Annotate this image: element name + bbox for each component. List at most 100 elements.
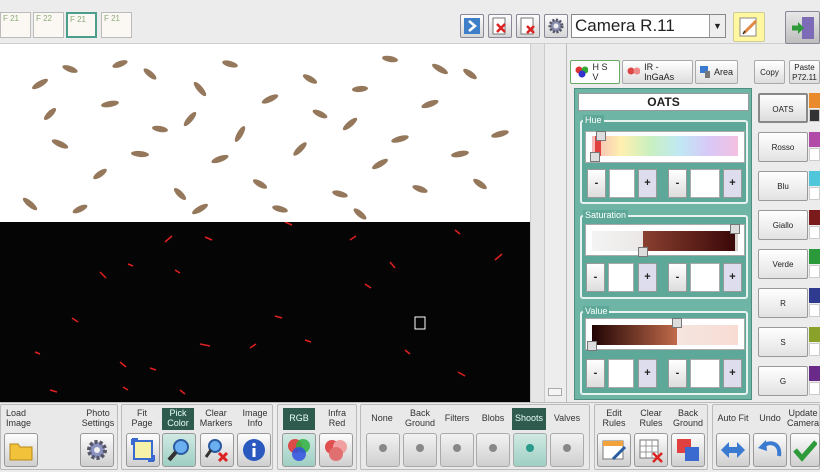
value-max-value-field[interactable] <box>690 359 720 388</box>
next-button[interactable] <box>460 14 484 38</box>
saturation-max-plus-button[interactable]: + <box>723 263 742 292</box>
load-image-button[interactable] <box>4 433 38 467</box>
hue-min-minus-button[interactable]: - <box>587 169 606 198</box>
value-min-minus-button[interactable]: - <box>586 359 605 388</box>
preset-swatch <box>809 93 820 108</box>
paste-label: Paste <box>794 63 815 72</box>
camera-select[interactable]: Camera R.11 ▼ <box>571 14 726 38</box>
preset-blu-button[interactable]: Blu <box>758 171 808 201</box>
thumbnail-1[interactable]: F 21 <box>0 12 31 38</box>
value-selected-range <box>592 325 677 345</box>
infra-red-label: Infra Red <box>327 408 346 428</box>
hue-range-box[interactable] <box>585 131 745 163</box>
clear-magnifier-icon <box>204 439 229 463</box>
hue-min-value-field[interactable] <box>609 169 635 198</box>
value-max-plus-button[interactable]: + <box>723 359 742 388</box>
thumbnail-2[interactable]: F 22 <box>33 12 64 38</box>
filters-mode-button[interactable] <box>440 433 474 467</box>
profile-name: OATS <box>647 95 680 109</box>
rgb-circles-icon <box>288 439 310 461</box>
clear-markers-button[interactable] <box>200 433 234 467</box>
radio-dot-icon <box>526 444 534 452</box>
saturation-min-handle[interactable] <box>638 247 649 257</box>
preset-swatch-secondary <box>809 265 820 278</box>
image-info-button[interactable] <box>237 433 271 467</box>
background-rules-button[interactable] <box>671 433 705 467</box>
saturation-label: Saturation <box>583 210 629 220</box>
blobs-mode-button[interactable] <box>476 433 510 467</box>
scroll-thumb[interactable] <box>548 388 562 396</box>
thumbnail-4[interactable]: F 21 <box>101 12 132 38</box>
preset-label: Rosso <box>771 143 795 152</box>
update-camera-button[interactable] <box>790 433 820 467</box>
thumbnail-label: F 21 <box>70 15 87 24</box>
pick-color-label: Pick Color <box>162 408 194 430</box>
preset-swatch <box>809 288 820 303</box>
value-min-value-field[interactable] <box>608 359 634 388</box>
saturation-max-value-field[interactable] <box>690 263 720 292</box>
edit-note-icon <box>739 17 758 37</box>
preset-s-button[interactable]: S <box>758 327 808 357</box>
shoots-mode-button[interactable] <box>513 433 547 467</box>
image-scrollbar[interactable] <box>530 44 544 402</box>
hue-max-handle[interactable] <box>595 131 606 141</box>
saturation-min-value-field[interactable] <box>608 263 634 292</box>
clear-rules-button[interactable] <box>634 433 668 467</box>
hue-max-value-field[interactable] <box>690 169 720 198</box>
source-image-view[interactable] <box>0 44 530 222</box>
infra-red-button[interactable] <box>319 433 353 467</box>
pick-color-button[interactable] <box>162 433 196 467</box>
none-mode-button[interactable] <box>366 433 400 467</box>
valves-mode-button[interactable] <box>550 433 584 467</box>
photo-settings-button[interactable] <box>80 433 114 467</box>
gear-icon <box>87 440 107 460</box>
saturation-max-handle[interactable] <box>730 224 741 234</box>
preset-r-button[interactable]: R <box>758 288 808 318</box>
hue-max-plus-button[interactable]: + <box>723 169 742 198</box>
tab-area[interactable]: Area <box>695 60 738 84</box>
value-range-box[interactable] <box>585 318 745 351</box>
clear-rules-label: Clear Rules <box>639 408 663 428</box>
thumbnail-3[interactable]: F 21 <box>66 12 97 38</box>
background-mode-button[interactable] <box>403 433 437 467</box>
value-max-handle[interactable] <box>671 318 682 328</box>
preset-rosso-button[interactable]: Rosso <box>758 132 808 162</box>
tab-hsv[interactable]: H S V <box>570 60 620 84</box>
exit-button[interactable] <box>785 11 820 44</box>
hue-max-minus-button[interactable]: - <box>668 169 687 198</box>
mask-result-view[interactable] <box>0 222 530 402</box>
saturation-max-minus-button[interactable]: - <box>668 263 687 292</box>
delete-document-icon <box>492 17 506 35</box>
preset-g-button[interactable]: G <box>758 366 808 396</box>
profile-name-field[interactable]: OATS <box>578 93 749 111</box>
value-min-plus-button[interactable]: + <box>638 359 657 388</box>
preset-swatch <box>809 366 820 381</box>
preset-giallo-button[interactable]: Giallo <box>758 210 808 240</box>
undo-button[interactable] <box>753 433 787 467</box>
hue-min-plus-button[interactable]: + <box>638 169 657 198</box>
preset-label: R <box>780 299 786 308</box>
hsv-circles-icon <box>575 66 589 78</box>
fit-page-button[interactable] <box>126 433 160 467</box>
edit-rules-button[interactable] <box>597 433 631 467</box>
copy-button[interactable]: Copy <box>754 60 785 84</box>
saturation-min-minus-button[interactable]: - <box>586 263 605 292</box>
saturation-range-box[interactable] <box>585 224 745 257</box>
delete-image-button[interactable] <box>488 14 512 38</box>
ir-circles-icon <box>325 440 347 461</box>
preset-verde-button[interactable]: Verde <box>758 249 808 279</box>
tab-ir-ingaas[interactable]: IR - InGaAs <box>622 60 693 84</box>
hue-min-handle[interactable] <box>589 152 600 162</box>
rgb-button[interactable] <box>282 433 316 467</box>
camera-settings-button[interactable] <box>544 14 568 38</box>
preset-oats-button[interactable]: OATS <box>758 93 808 123</box>
auto-fit-button[interactable] <box>716 433 750 467</box>
saturation-min-plus-button[interactable]: + <box>638 263 657 292</box>
edit-camera-button[interactable] <box>733 12 765 42</box>
paste-button[interactable]: Paste P72.11 <box>789 60 820 84</box>
preset-swatch-secondary <box>809 382 820 395</box>
remove-image-button[interactable] <box>516 14 540 38</box>
value-max-minus-button[interactable]: - <box>668 359 687 388</box>
panel-splitter[interactable] <box>544 44 566 402</box>
value-min-handle[interactable] <box>587 341 597 351</box>
